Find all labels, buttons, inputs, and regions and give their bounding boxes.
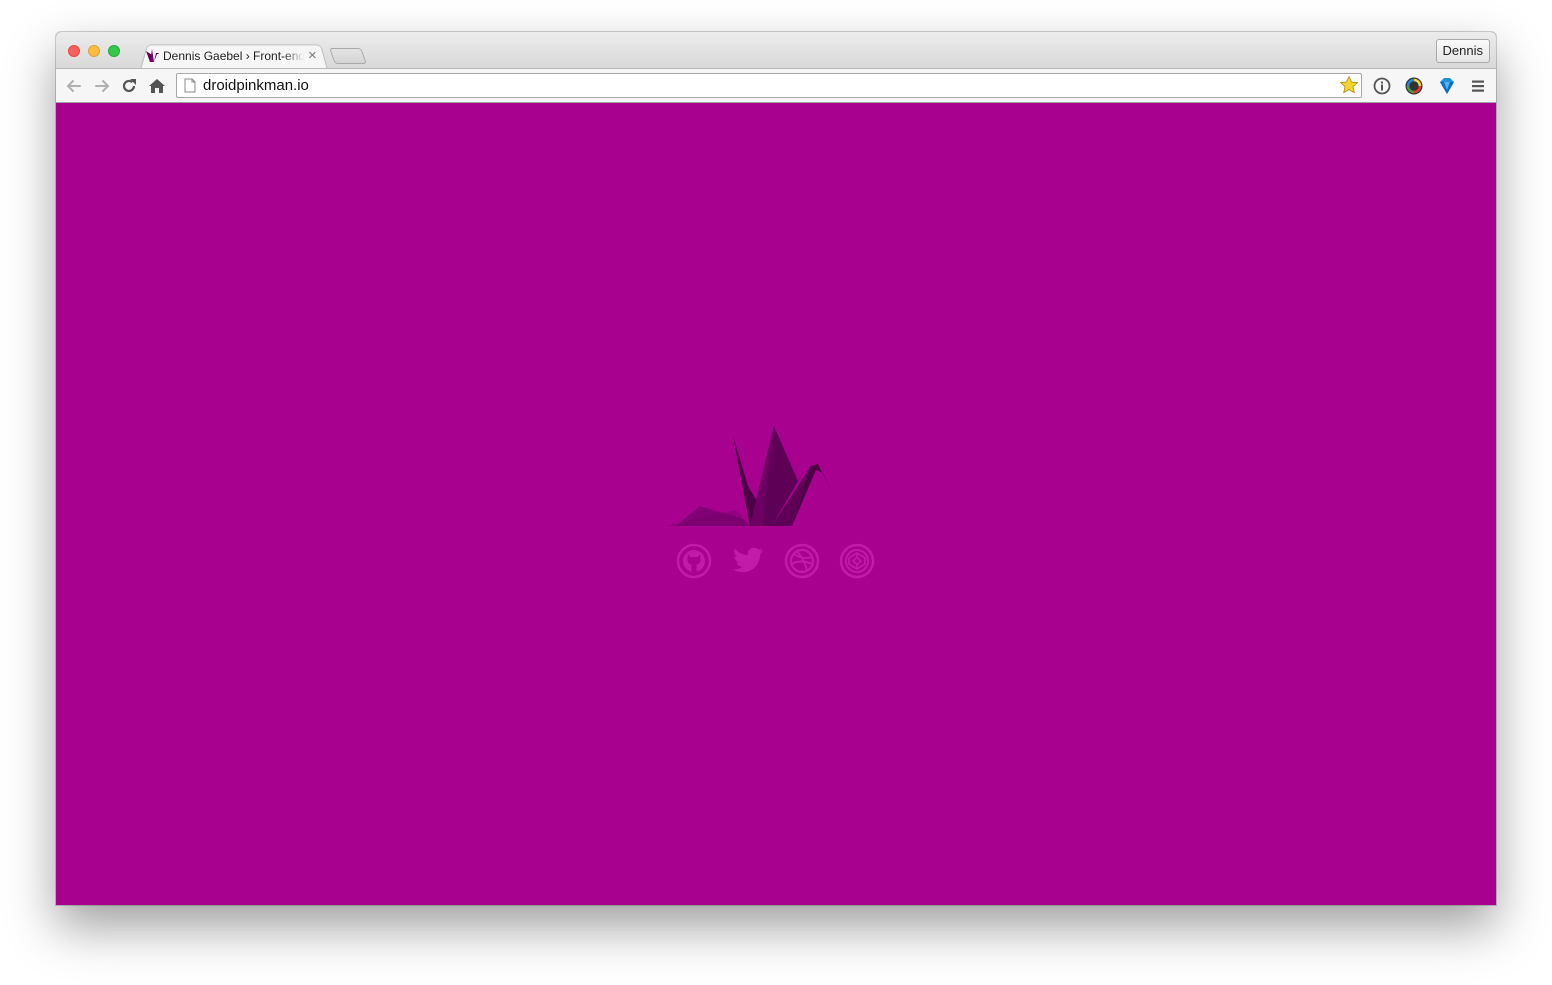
profile-button[interactable]: Dennis <box>1435 39 1490 63</box>
color-wheel-extension-icon[interactable] <box>1404 76 1424 96</box>
tab-title: Dennis Gaebel › Front-end <box>163 49 304 63</box>
page-icon <box>184 78 196 93</box>
crane-icon <box>146 49 159 62</box>
origami-crane-icon <box>666 426 830 526</box>
diamond-extension-icon[interactable] <box>1437 76 1457 96</box>
tab-close-icon[interactable]: × <box>308 47 317 65</box>
window-zoom-button[interactable] <box>108 45 120 57</box>
browser-toolbar: droidpinkman.io <box>56 68 1496 103</box>
info-extension-icon[interactable] <box>1372 76 1392 96</box>
tab-content: Dennis Gaebel › Front-end × <box>144 46 328 68</box>
codepen-icon[interactable] <box>839 543 875 579</box>
back-arrow-icon[interactable] <box>64 76 84 96</box>
dribbble-icon[interactable] <box>784 543 820 579</box>
browser-window: Dennis Gaebel › Front-end × Dennis droid… <box>56 32 1496 905</box>
url-text[interactable]: droidpinkman.io <box>203 76 309 95</box>
new-tab-button[interactable] <box>329 48 367 64</box>
forward-arrow-icon[interactable] <box>92 76 112 96</box>
reload-icon[interactable] <box>119 76 139 96</box>
address-bar[interactable]: droidpinkman.io <box>176 73 1362 98</box>
github-icon[interactable] <box>676 543 712 579</box>
menu-icon[interactable] <box>1468 76 1488 96</box>
window-close-button[interactable] <box>68 45 80 57</box>
bookmark-star-icon[interactable] <box>1339 75 1359 95</box>
page-content <box>56 103 1496 905</box>
title-bar: Dennis Gaebel › Front-end × Dennis <box>56 32 1496 70</box>
window-minimize-button[interactable] <box>88 45 100 57</box>
twitter-icon[interactable] <box>730 543 766 579</box>
home-icon[interactable] <box>147 76 167 96</box>
